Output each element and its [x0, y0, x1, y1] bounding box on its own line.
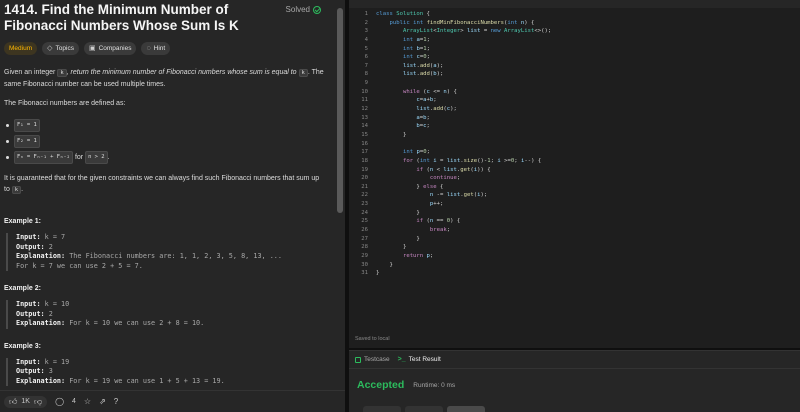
result-summary: Accepted Runtime: 0 ms: [349, 369, 800, 401]
problem-description: 1414. Find the Minimum Number of Fibonac…: [0, 0, 335, 390]
tag-row: Medium ◇ Topics ▣ Companies ◌ Hint: [4, 42, 331, 55]
description-body: Given an integer k, return the minimum n…: [4, 67, 331, 386]
case-tabs: [363, 406, 485, 412]
list-item: Fₙ = Fₙ₋₁ + Fₙ₋₂ for n > 2.: [4, 149, 325, 165]
topics-tag[interactable]: ◇ Topics: [42, 42, 79, 55]
runtime-text: Runtime: 0 ms: [413, 381, 456, 389]
intro-paragraph: Given an integer k, return the minimum n…: [4, 69, 324, 88]
tab-testcase[interactable]: Testcase: [355, 356, 390, 363]
list-item: F₂ = 1: [4, 133, 325, 149]
example-block: Input: k = 7 Output: 2 Explanation: The …: [6, 233, 325, 271]
difficulty-tag[interactable]: Medium: [4, 42, 38, 55]
help-icon[interactable]: ?: [114, 397, 118, 406]
check-circle-icon: [313, 5, 321, 14]
guarantee-paragraph: It is guaranteed that for the given cons…: [4, 175, 320, 194]
fib-defined-text: The Fibonacci numbers are defined as:: [4, 100, 126, 107]
comment-count: 4: [72, 398, 76, 405]
star-icon[interactable]: ☆: [84, 397, 91, 406]
terminal-icon: >_: [397, 356, 406, 363]
hint-tag[interactable]: ◌ Hint: [141, 42, 171, 55]
example-block: Input: k = 10 Output: 2 Explanation: For…: [6, 300, 325, 329]
case-tab[interactable]: [405, 406, 443, 412]
lock-icon: ▣: [88, 45, 96, 52]
companies-tag[interactable]: ▣ Companies: [83, 42, 137, 55]
checkbox-icon: [355, 356, 361, 363]
tag-icon: ◇: [47, 45, 53, 52]
thumbs-up-icon[interactable]: 👍︎: [9, 397, 17, 407]
result-panel: Testcase >_ Test Result Accepted Runtime…: [349, 350, 800, 412]
list-item: F₁ = 1: [4, 117, 325, 133]
example-heading: Example 2:: [4, 285, 41, 292]
code-editor[interactable]: 1 class Solution { 2 public int findMinFi…: [349, 0, 800, 348]
description-scrollbar[interactable]: [337, 8, 343, 213]
like-dislike-group: 👍︎ 1K 👎︎: [4, 395, 48, 408]
solved-badge: Solved: [286, 5, 321, 14]
result-tabs: Testcase >_ Test Result: [349, 351, 800, 369]
example-heading: Example 1:: [4, 218, 41, 225]
example-heading: Example 3:: [4, 342, 41, 350]
example-block: Input: k = 19 Output: 3 Explanation: For…: [6, 357, 325, 386]
status-accepted: Accepted: [357, 379, 405, 391]
fib-definition-list: F₁ = 1 F₂ = 1 Fₙ = Fₙ₋₁ + Fₙ₋₂ for n > 2…: [4, 117, 325, 165]
case-tab[interactable]: [447, 406, 485, 412]
code-area[interactable]: 1 class Solution { 2 public int findMinFi…: [349, 10, 800, 278]
case-tab[interactable]: [363, 406, 401, 412]
problem-title: 1414. Find the Minimum Number of Fibonac…: [4, 2, 239, 33]
tab-test-result[interactable]: >_ Test Result: [398, 356, 441, 363]
share-icon[interactable]: ⇗: [99, 397, 106, 406]
comment-icon[interactable]: ◯: [55, 397, 64, 406]
problem-panel: 1414. Find the Minimum Number of Fibonac…: [0, 0, 345, 412]
editor-toolbar: [349, 0, 800, 8]
save-status: Saved to local: [355, 336, 390, 342]
thumbs-down-icon[interactable]: 👎︎: [34, 397, 42, 407]
problem-action-bar: 👍︎ 1K 👎︎ ◯ 4 ☆ ⇗ ?: [0, 390, 345, 412]
lightbulb-icon: ◌: [146, 45, 151, 52]
